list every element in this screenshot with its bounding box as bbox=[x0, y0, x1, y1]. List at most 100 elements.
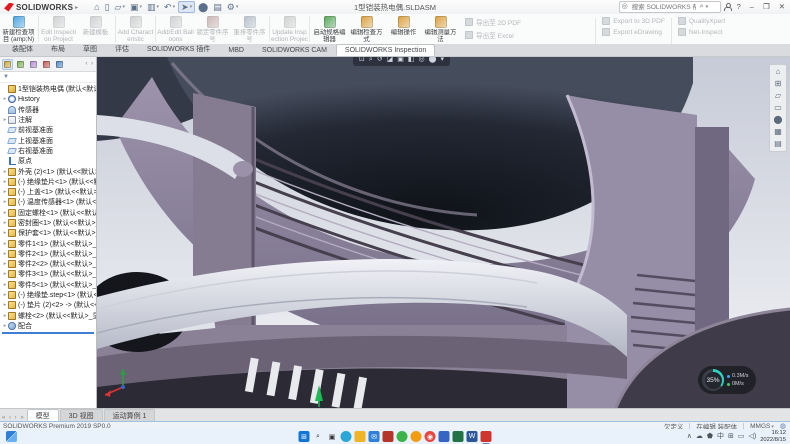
close-button[interactable]: ✕ bbox=[776, 1, 788, 13]
chevron-up-icon[interactable]: ∧ bbox=[687, 431, 692, 442]
edge-app[interactable] bbox=[341, 431, 352, 442]
tab-布局[interactable]: 布局 bbox=[42, 41, 74, 56]
search-dropdown-icon[interactable]: ▾ bbox=[706, 2, 709, 12]
featuremanager-tab[interactable] bbox=[2, 59, 13, 70]
scenes-icon[interactable]: ▦ bbox=[774, 127, 782, 137]
configurationmanager-tab[interactable] bbox=[28, 59, 39, 70]
view-palette-icon[interactable]: ▭ bbox=[774, 103, 782, 113]
home-button[interactable]: ⌂ bbox=[92, 1, 101, 13]
panel-tab-scroll-arrows[interactable]: ‹ › bbox=[85, 61, 94, 67]
tree-item[interactable]: ▸保护套<1> (默认<<默认>_显示状 bbox=[0, 228, 96, 238]
save-button[interactable]: ▣▾ bbox=[128, 1, 144, 13]
start-button[interactable]: ⊞ bbox=[299, 431, 310, 442]
tree-item[interactable]: ▸(-) 温度传感器<1> (默认<<默认>_ bbox=[0, 197, 96, 207]
section-view-icon[interactable]: ◪ bbox=[387, 57, 394, 66]
tree-filter-row[interactable]: ▼ bbox=[0, 72, 96, 83]
input-grid-icon[interactable]: ⊞ bbox=[728, 431, 734, 442]
dropdown-arrow-icon[interactable]: ▾ bbox=[236, 1, 239, 13]
view-settings-icon[interactable]: ▾ bbox=[441, 57, 445, 66]
tree-item[interactable]: 传感器 bbox=[0, 105, 96, 115]
new-document-button[interactable]: ▯ bbox=[103, 1, 112, 13]
app-green[interactable] bbox=[397, 431, 408, 442]
sign-in-icon[interactable] bbox=[724, 3, 731, 11]
tree-root[interactable]: 1型铠装热电偶 (默认<默认_显示状态-1 bbox=[0, 84, 96, 94]
graphics-viewport[interactable]: ⊡⌕↺◪▣◧◎⬤▾ ⌂⊞▱▭⬤▦▤ 35% 0.3M/s 0M/s bbox=[97, 57, 790, 408]
menu-expand-icon[interactable]: ▸ bbox=[75, 4, 78, 11]
tree-item[interactable]: ▸固定螺栓<1> (默认<<默认>_显示 bbox=[0, 208, 96, 218]
tree-item[interactable]: 右视基准面 bbox=[0, 146, 96, 156]
undo-button[interactable]: ↶▾ bbox=[162, 1, 177, 13]
tree-item[interactable]: 上视基准面 bbox=[0, 135, 96, 145]
dropdown-arrow-icon[interactable]: ▾ bbox=[122, 1, 125, 13]
tree-item[interactable]: ▸零件2<1> (默认<<默认>_显示状态 bbox=[0, 249, 96, 259]
volume-icon[interactable]: ◁) bbox=[748, 431, 756, 442]
displaymanager-tab[interactable] bbox=[54, 59, 65, 70]
file-explorer-icon[interactable]: ▱ bbox=[775, 91, 781, 101]
tree-item[interactable]: ▸(-) 垫片 (2)<2> -> (默认<<默认> bbox=[0, 300, 96, 310]
tree-item[interactable]: 前视基准面 bbox=[0, 125, 96, 135]
excel-app[interactable] bbox=[453, 431, 464, 442]
dimxpertmanager-tab[interactable] bbox=[41, 59, 52, 70]
tab-solidworks-inspection[interactable]: SOLIDWORKS Inspection bbox=[336, 44, 435, 56]
mail-app[interactable]: ✉ bbox=[369, 431, 380, 442]
dropdown-arrow-icon[interactable]: ▾ bbox=[139, 1, 142, 13]
notebook-app[interactable] bbox=[439, 431, 450, 442]
options-button[interactable]: ⚙▾ bbox=[225, 1, 241, 13]
tree-item[interactable]: ▸零件5<1> (默认<<默认>_显示状态 bbox=[0, 280, 96, 290]
rebuild-button[interactable]: ⬤ bbox=[196, 1, 210, 13]
appearances-icon[interactable]: ⬤ bbox=[774, 115, 783, 125]
chrome-app[interactable]: ◉ bbox=[425, 431, 436, 442]
search-scope-icon[interactable]: ◎ bbox=[622, 2, 628, 12]
select-button[interactable]: ➤▾ bbox=[178, 1, 195, 13]
tree-item[interactable]: ▸零件2<2> (默认<<默认>_显示状态 bbox=[0, 259, 96, 269]
dropdown-arrow-icon[interactable]: ▾ bbox=[173, 1, 176, 13]
display-style-icon[interactable]: ◧ bbox=[408, 57, 415, 66]
ime-zh-label[interactable]: 中 bbox=[717, 431, 724, 442]
tree-item[interactable]: ▸(-) 上盖<1> (默认<<默认>_显示状 bbox=[0, 187, 96, 197]
new-inspection-project-button[interactable]: 新建检查项目 (amp;N) bbox=[0, 15, 37, 43]
restore-button[interactable]: ❐ bbox=[760, 1, 773, 13]
help-search-box[interactable]: ◎ ⌕ ▾ bbox=[619, 1, 721, 13]
dropdown-arrow-icon[interactable]: ▾ bbox=[190, 1, 193, 13]
edit-inspection-method-button[interactable]: 编辑检查方式 bbox=[348, 15, 385, 43]
search-icon[interactable]: ⌕ bbox=[700, 2, 704, 12]
search-button[interactable]: ⌕ bbox=[313, 431, 324, 442]
task-view-button[interactable]: ▣ bbox=[327, 431, 338, 442]
solidworks-resources-icon[interactable]: ⌂ bbox=[776, 67, 781, 77]
tab-草图[interactable]: 草图 bbox=[74, 41, 106, 56]
display-icon[interactable]: ▭ bbox=[738, 431, 745, 442]
file-properties-button[interactable]: ▤ bbox=[211, 1, 224, 13]
zoom-fit-icon[interactable]: ⊡ bbox=[359, 57, 365, 66]
word-app[interactable]: W bbox=[467, 431, 478, 442]
tree-item[interactable]: ▸外壳 (2)<1> (默认<<默认>_显示状 bbox=[0, 166, 96, 176]
security-icon[interactable]: ⬟ bbox=[707, 431, 713, 442]
tree-item[interactable]: ▸零件1<1> (默认<<默认>_显示状态 bbox=[0, 238, 96, 248]
zoom-area-icon[interactable]: ⌕ bbox=[369, 57, 373, 66]
tab-评估[interactable]: 评估 bbox=[106, 41, 138, 56]
help-button[interactable]: ? bbox=[734, 1, 744, 13]
file-explorer-app[interactable] bbox=[355, 431, 366, 442]
tree-item[interactable]: ▸零件3<1> (默认<<默认>_显示状态 bbox=[0, 269, 96, 279]
edit-measurement-button[interactable]: 编辑测量方法 bbox=[422, 15, 459, 43]
dropdown-arrow-icon[interactable]: ▾ bbox=[157, 1, 160, 13]
edit-appearance-icon[interactable]: ⬤ bbox=[429, 57, 437, 66]
print-button[interactable]: ▥▾ bbox=[145, 1, 161, 13]
view-orientation-icon[interactable]: ▣ bbox=[397, 57, 404, 66]
tree-item[interactable]: 原点 bbox=[0, 156, 96, 166]
tab-solidworks-cam[interactable]: SOLIDWORKS CAM bbox=[253, 44, 336, 56]
tab-solidworks-插件[interactable]: SOLIDWORKS 插件 bbox=[138, 41, 219, 56]
solidworks-app[interactable] bbox=[481, 431, 492, 442]
edit-operations-button[interactable]: 编辑操作 bbox=[385, 15, 422, 43]
tree-item[interactable]: ▸注解 bbox=[0, 115, 96, 125]
tree-item[interactable]: ▸History bbox=[0, 94, 96, 104]
hide-show-items-icon[interactable]: ◎ bbox=[419, 57, 425, 66]
onedrive-icon[interactable]: ☁ bbox=[696, 431, 703, 442]
app-orange[interactable] bbox=[411, 431, 422, 442]
previous-view-icon[interactable]: ↺ bbox=[377, 57, 383, 66]
search-input[interactable] bbox=[630, 3, 698, 12]
widgets-icon[interactable] bbox=[6, 431, 17, 442]
tree-item[interactable]: ▸(-) 绝缘垫.step<1> (默认<<默认> bbox=[0, 290, 96, 300]
model-3d-view[interactable] bbox=[97, 57, 790, 408]
minimize-button[interactable]: – bbox=[747, 1, 757, 13]
launch-spec-editor-button[interactable]: 启动规格编辑器 bbox=[311, 15, 348, 43]
